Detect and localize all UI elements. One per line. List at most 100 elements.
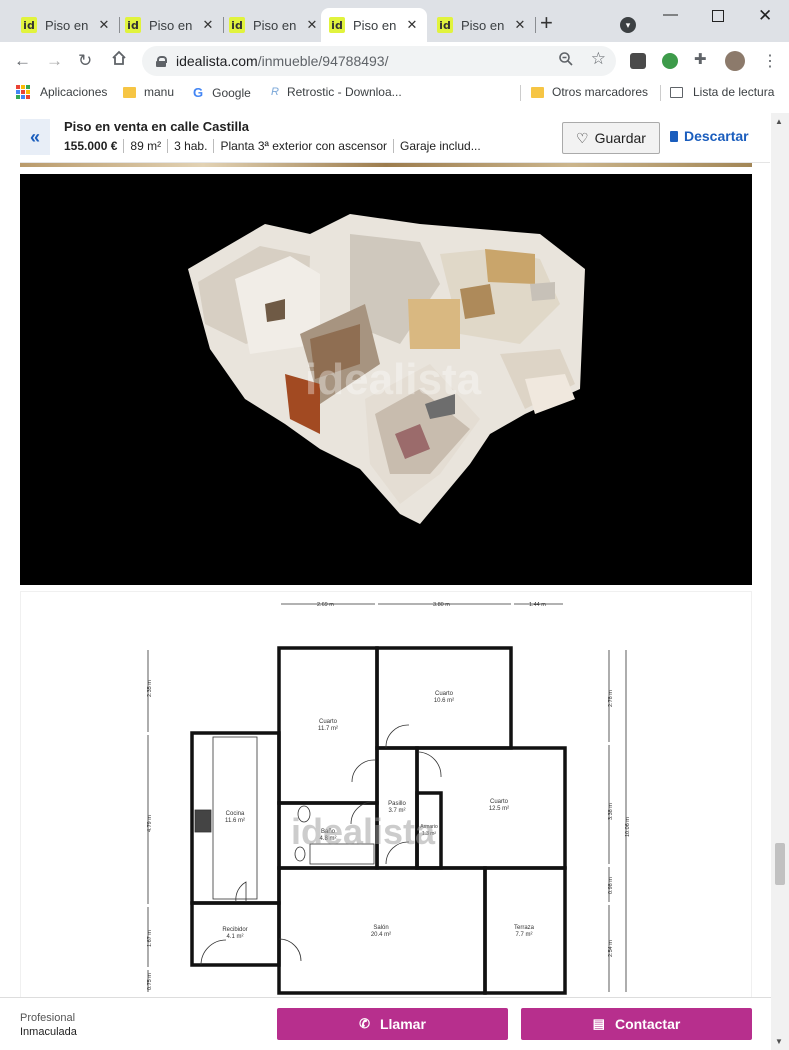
listing-price: 155.000 €	[64, 139, 118, 153]
url-host: idealista.com	[176, 53, 258, 69]
dim-right-3: 0.98 m	[608, 877, 614, 894]
virtual-tour-image[interactable]: idealista	[20, 174, 752, 585]
contact-button[interactable]: ▤ Contactar	[521, 1008, 752, 1040]
tab-2[interactable]: id Piso en ✕	[117, 8, 224, 42]
dim-right-total: 10.06 m	[625, 817, 631, 837]
extensions-puzzle-icon[interactable]: ✚	[694, 50, 710, 68]
call-button[interactable]: ✆ Llamar	[277, 1008, 508, 1040]
apps-icon	[16, 85, 30, 99]
idealista-favicon-icon: id	[329, 17, 345, 33]
scroll-up-icon[interactable]: ▲	[775, 117, 783, 126]
new-tab-button[interactable]: +	[540, 12, 553, 34]
listing-title: Piso en venta en calle Castilla	[64, 119, 249, 134]
dim-right-2: 3.38 m	[608, 803, 614, 820]
bookmark-star-icon[interactable]: ☆	[591, 49, 606, 69]
idealista-favicon-icon: id	[125, 17, 141, 33]
forward-icon[interactable]: →	[46, 51, 63, 71]
tab-title: Piso en	[45, 17, 89, 33]
bookmark-google[interactable]: G Google	[193, 85, 251, 100]
tab-search-icon[interactable]: ▾	[620, 17, 636, 33]
bookmark-label: Otros marcadores	[552, 85, 649, 99]
room-area: 12.5 m²	[489, 806, 509, 812]
discard-button[interactable]: Descartar	[670, 128, 749, 144]
agent-info: Profesional Inmaculada	[20, 1011, 77, 1039]
floorplan-watermark: idealista	[291, 811, 436, 852]
phone-icon: ✆	[359, 1016, 370, 1031]
google-icon: G	[193, 85, 204, 100]
profile-avatar[interactable]	[725, 51, 745, 71]
tab-5[interactable]: id Piso en ✕	[429, 8, 536, 42]
address-bar[interactable]: idealista.com/inmueble/94788493/ ☆	[142, 46, 616, 76]
contact-label: Contactar	[614, 1016, 681, 1032]
room-name: Salón	[373, 925, 388, 931]
home-icon[interactable]	[110, 49, 128, 72]
close-window-icon[interactable]: ✕	[758, 6, 772, 26]
tab-title: Piso en	[353, 17, 397, 33]
bookmark-other[interactable]: Otros marcadores	[531, 85, 648, 99]
url-path: /inmueble/94788493/	[257, 53, 389, 69]
dim-top-3: 1.44 m	[529, 602, 546, 608]
dim-left-4: 0.75 m	[147, 973, 153, 990]
agent-name: Inmaculada	[20, 1026, 77, 1038]
lock-icon	[156, 55, 167, 67]
tour-watermark: idealista	[305, 355, 482, 404]
bookmark-label: Google	[212, 85, 251, 100]
bookmark-retrostic[interactable]: R Retrostic - Downloa...	[271, 85, 402, 99]
floorplan-image[interactable]: 2.69 m 3.80 m 1.44 m 2.35 m 4.79 m 1.67 …	[20, 591, 752, 1011]
agent-type: Profesional	[20, 1012, 76, 1024]
menu-kebab-icon[interactable]: ⋮	[762, 51, 778, 70]
room-area: 10.6 m²	[434, 698, 454, 704]
extension-2-icon[interactable]	[662, 53, 678, 69]
close-tab-icon[interactable]: ✕	[201, 17, 215, 33]
bookmark-label: manu	[144, 85, 175, 99]
room-name: Terraza	[514, 925, 535, 931]
listing-extra: Garaje includ...	[392, 139, 487, 153]
tab-title: Piso en	[149, 17, 193, 33]
bookmark-reading-list[interactable]: Lista de lectura	[670, 85, 774, 99]
bookmark-manu[interactable]: manu	[123, 85, 174, 99]
contact-bar: Profesional Inmaculada ✆ Llamar ▤ Contac…	[0, 997, 771, 1050]
dim-top-2: 3.80 m	[433, 602, 450, 608]
browser-chrome: id Piso en ✕ id Piso en ✕ id Piso en ✕ i…	[0, 0, 789, 113]
listing-facts: 155.000 € 89 m² 3 hab. Planta 3ª exterio…	[64, 139, 487, 153]
save-button[interactable]: ♡ Guardar	[562, 122, 660, 154]
idealista-favicon-icon: id	[229, 17, 245, 33]
close-tab-icon[interactable]: ✕	[97, 17, 111, 33]
discard-label: Descartar	[684, 128, 749, 144]
bookmark-apps[interactable]: Aplicaciones	[16, 85, 107, 99]
heart-icon: ♡	[576, 129, 589, 146]
browser-toolbar: ← → ↻ idealista.com/inmueble/94788493/ ☆…	[0, 42, 789, 80]
scroll-down-icon[interactable]: ▼	[775, 1037, 783, 1046]
zoom-icon[interactable]	[558, 51, 574, 70]
room-area: 11.7 m²	[318, 726, 338, 732]
tab-4-active[interactable]: id Piso en ✕	[321, 8, 427, 42]
folder-icon	[531, 86, 544, 98]
room-name: Recibidor	[222, 927, 247, 933]
room-name: Cocina	[226, 811, 245, 817]
scrollbar-thumb[interactable]	[775, 843, 785, 885]
close-tab-icon[interactable]: ✕	[305, 17, 319, 33]
extension-1-icon[interactable]	[630, 53, 646, 69]
tab-strip: id Piso en ✕ id Piso en ✕ id Piso en ✕ i…	[0, 0, 789, 42]
room-area: 4.1 m²	[226, 934, 243, 940]
idealista-favicon-icon: id	[21, 17, 37, 33]
room-name: Cuarto	[435, 691, 454, 697]
room-name: Cuarto	[319, 719, 338, 725]
tab-1[interactable]: id Piso en ✕	[13, 8, 120, 42]
maximize-icon[interactable]	[712, 10, 724, 22]
page-scrollbar[interactable]: ▲ ▼	[771, 113, 789, 1050]
tab-3[interactable]: id Piso en ✕	[221, 8, 327, 42]
back-to-list-button[interactable]: «	[20, 119, 50, 155]
bookmark-label: Aplicaciones	[40, 85, 108, 99]
back-icon[interactable]: ←	[14, 51, 31, 71]
dim-right-1: 2.78 m	[608, 690, 614, 707]
listing-floor: Planta 3ª exterior con ascensor	[213, 139, 393, 153]
call-label: Llamar	[379, 1016, 426, 1032]
close-tab-icon[interactable]: ✕	[513, 17, 527, 33]
reload-icon[interactable]: ↻	[78, 51, 92, 71]
close-tab-icon[interactable]: ✕	[405, 17, 419, 33]
bookmark-label: Retrostic - Downloa...	[286, 85, 402, 99]
minimize-icon[interactable]: —	[663, 6, 678, 23]
chat-icon: ▤	[592, 1016, 605, 1031]
dim-right-4: 2.54 m	[608, 940, 614, 957]
